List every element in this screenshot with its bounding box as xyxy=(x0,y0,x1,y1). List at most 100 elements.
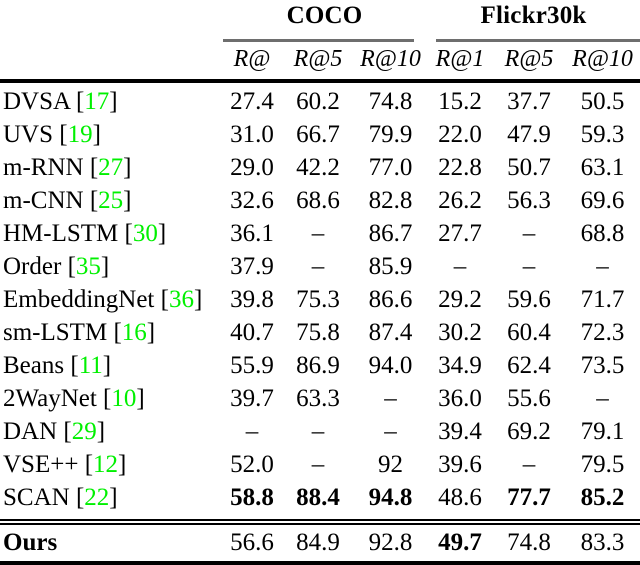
column-header-row: R@ R@5 R@10 R@1 R@5 R@10 xyxy=(0,45,640,79)
citation-link[interactable]: 10 xyxy=(111,385,136,412)
cell-flickr-r10: – xyxy=(596,253,609,280)
column-header-flickr-r5: R@5 xyxy=(504,46,554,72)
method-name-cell: DAN [29] xyxy=(0,416,222,449)
cell-flickr-r1: 39.4 xyxy=(438,418,482,445)
citation-link[interactable]: 11 xyxy=(79,352,103,379)
method-name: sm-LSTM xyxy=(3,319,108,346)
table-row: UVS [19] 31.0 66.7 79.9 22.0 47.9 59.3 xyxy=(0,119,640,152)
citation-link[interactable]: 17 xyxy=(84,88,109,115)
cell-flickr-r10: 73.5 xyxy=(580,352,625,379)
citation-link[interactable]: 16 xyxy=(122,319,147,346)
group-header-coco: COCO xyxy=(286,2,363,29)
method-name-cell: 2WayNet [10] xyxy=(0,383,222,416)
cell-coco-r10: 82.8 xyxy=(368,187,413,214)
cell-coco-r1: 40.7 xyxy=(230,319,274,346)
method-name-cell: VSE++ [12] xyxy=(0,449,222,482)
cell-coco-r5: – xyxy=(311,451,325,478)
cell-coco-r1: 55.9 xyxy=(230,352,274,379)
cell-coco-r10: 74.8 xyxy=(368,88,413,115)
cell-coco-r5: – xyxy=(311,220,325,247)
cell-coco-r5: 42.2 xyxy=(296,154,340,181)
cell-flickr-r5: 50.7 xyxy=(507,154,551,181)
table-row: sm-LSTM [16] 40.7 75.8 87.4 30.2 60.4 72.3 xyxy=(0,317,640,350)
cell-coco-r10: 77.0 xyxy=(368,154,413,181)
citation-bracket-open: [ xyxy=(160,286,169,313)
cell-flickr-r10: 69.6 xyxy=(580,187,625,214)
cell-coco-r10: 87.4 xyxy=(368,319,413,346)
cell-coco-r10: 86.7 xyxy=(368,220,413,247)
cell-flickr-r10: 85.2 xyxy=(580,484,625,511)
citation-link[interactable]: 22 xyxy=(84,484,109,511)
cell-coco-r5: 86.9 xyxy=(296,352,340,379)
cell-coco-r1: 37.9 xyxy=(230,253,274,280)
cell-flickr-r1: 27.7 xyxy=(438,220,482,247)
citation-bracket-open: [ xyxy=(89,187,99,214)
cell-coco-r5: 88.4 xyxy=(296,484,340,511)
group-header-row: COCO Flickr30k xyxy=(0,0,640,36)
table-row: 2WayNet [10] 39.7 63.3 – 36.0 55.6 – xyxy=(0,383,640,416)
cell-flickr-r1: 26.2 xyxy=(438,187,482,214)
cell-flickr-r10: 59.3 xyxy=(580,121,625,148)
table-row: Beans [11] 55.9 86.9 94.0 34.9 62.4 73.5 xyxy=(0,350,640,383)
cell-coco-r1: 58.8 xyxy=(230,484,274,511)
citation-bracket-open: [ xyxy=(84,451,94,478)
citation-link[interactable]: 19 xyxy=(68,121,93,148)
table-row: DAN [29] – – –39.4 69.2 79.1 xyxy=(0,416,640,449)
table-row: HM-LSTM [30] 36.1 – 86.7 27.7 – 68.8 xyxy=(0,218,640,251)
citation-link[interactable]: 36 xyxy=(169,286,194,313)
citation-bracket-open: [ xyxy=(70,352,79,379)
cell-coco-r5: 75.8 xyxy=(296,319,340,346)
cell-flickr-r5: 74.8 xyxy=(507,529,551,556)
citation-link[interactable]: 35 xyxy=(76,253,101,280)
citation-bracket-close: ] xyxy=(118,451,127,478)
citation-bracket-open: [ xyxy=(113,319,122,346)
table-row-ours: Ours 56.6 84.9 92.8 49.7 74.8 83.3 xyxy=(0,525,640,561)
cell-coco-r10: 79.9 xyxy=(368,121,413,148)
cell-flickr-r1: 49.7 xyxy=(438,529,482,556)
column-header-coco-r1: R@ xyxy=(233,46,271,72)
cell-flickr-r1: 34.9 xyxy=(438,352,482,379)
method-name: 2WayNet xyxy=(3,385,97,412)
cell-coco-r1: 27.4 xyxy=(230,88,274,115)
method-name: Beans xyxy=(3,352,65,379)
cell-flickr-r5: 56.3 xyxy=(507,187,551,214)
cmidrule-spacer xyxy=(0,36,222,45)
cell-flickr-r5: 47.9 xyxy=(507,121,551,148)
cell-coco-r1: 39.7 xyxy=(230,385,274,412)
citation-link[interactable]: 12 xyxy=(93,451,118,478)
cell-coco-r1: 31.0 xyxy=(230,121,274,148)
method-name: UVS xyxy=(3,121,54,148)
table-row: DVSA [17] 27.4 60.2 74.8 15.2 37.7 50.5 xyxy=(0,86,640,119)
cell-flickr-r1: 22.0 xyxy=(438,121,482,148)
citation-bracket-close: ] xyxy=(136,385,145,412)
cell-coco-r1: 39.8 xyxy=(230,286,274,313)
cell-flickr-r5: – xyxy=(522,451,536,478)
cell-flickr-r10: 71.7 xyxy=(580,286,625,313)
citation-link[interactable]: 27 xyxy=(98,154,123,181)
cell-flickr-r5: 37.7 xyxy=(507,88,551,115)
citation-link[interactable]: 29 xyxy=(72,418,97,445)
citation-bracket-close: ] xyxy=(157,220,167,247)
cmidrule-coco-cell xyxy=(222,36,427,45)
citation-bracket-close: ] xyxy=(92,121,101,148)
column-header-method xyxy=(0,45,222,79)
cell-coco-r10: 92 xyxy=(378,451,403,478)
cell-coco-r5: – xyxy=(311,418,325,445)
cell-flickr-r1: 30.2 xyxy=(438,319,482,346)
table-row: SCAN [22] 58.8 88.4 94.8 48.6 77.7 85.2 xyxy=(0,482,640,515)
cell-flickr-r5: – xyxy=(522,253,536,280)
cell-flickr-r1: 29.2 xyxy=(438,286,482,313)
citation-link[interactable]: 30 xyxy=(133,220,158,247)
cell-flickr-r5: – xyxy=(522,220,536,247)
cell-coco-r10: 92.8 xyxy=(368,529,413,556)
ours-separator-rule-cell xyxy=(0,515,640,525)
cell-coco-r5: 63.3 xyxy=(296,385,340,412)
cmidrule-coco xyxy=(223,39,415,42)
cell-flickr-r1: 39.6 xyxy=(438,451,482,478)
citation-bracket-open: [ xyxy=(63,418,72,445)
cell-coco-r1: 56.6 xyxy=(230,529,274,556)
citation-link[interactable]: 25 xyxy=(98,187,123,214)
citation-bracket-close: ] xyxy=(146,319,156,346)
cell-flickr-r10: 72.3 xyxy=(580,319,625,346)
cell-coco-r10: – xyxy=(384,385,397,412)
